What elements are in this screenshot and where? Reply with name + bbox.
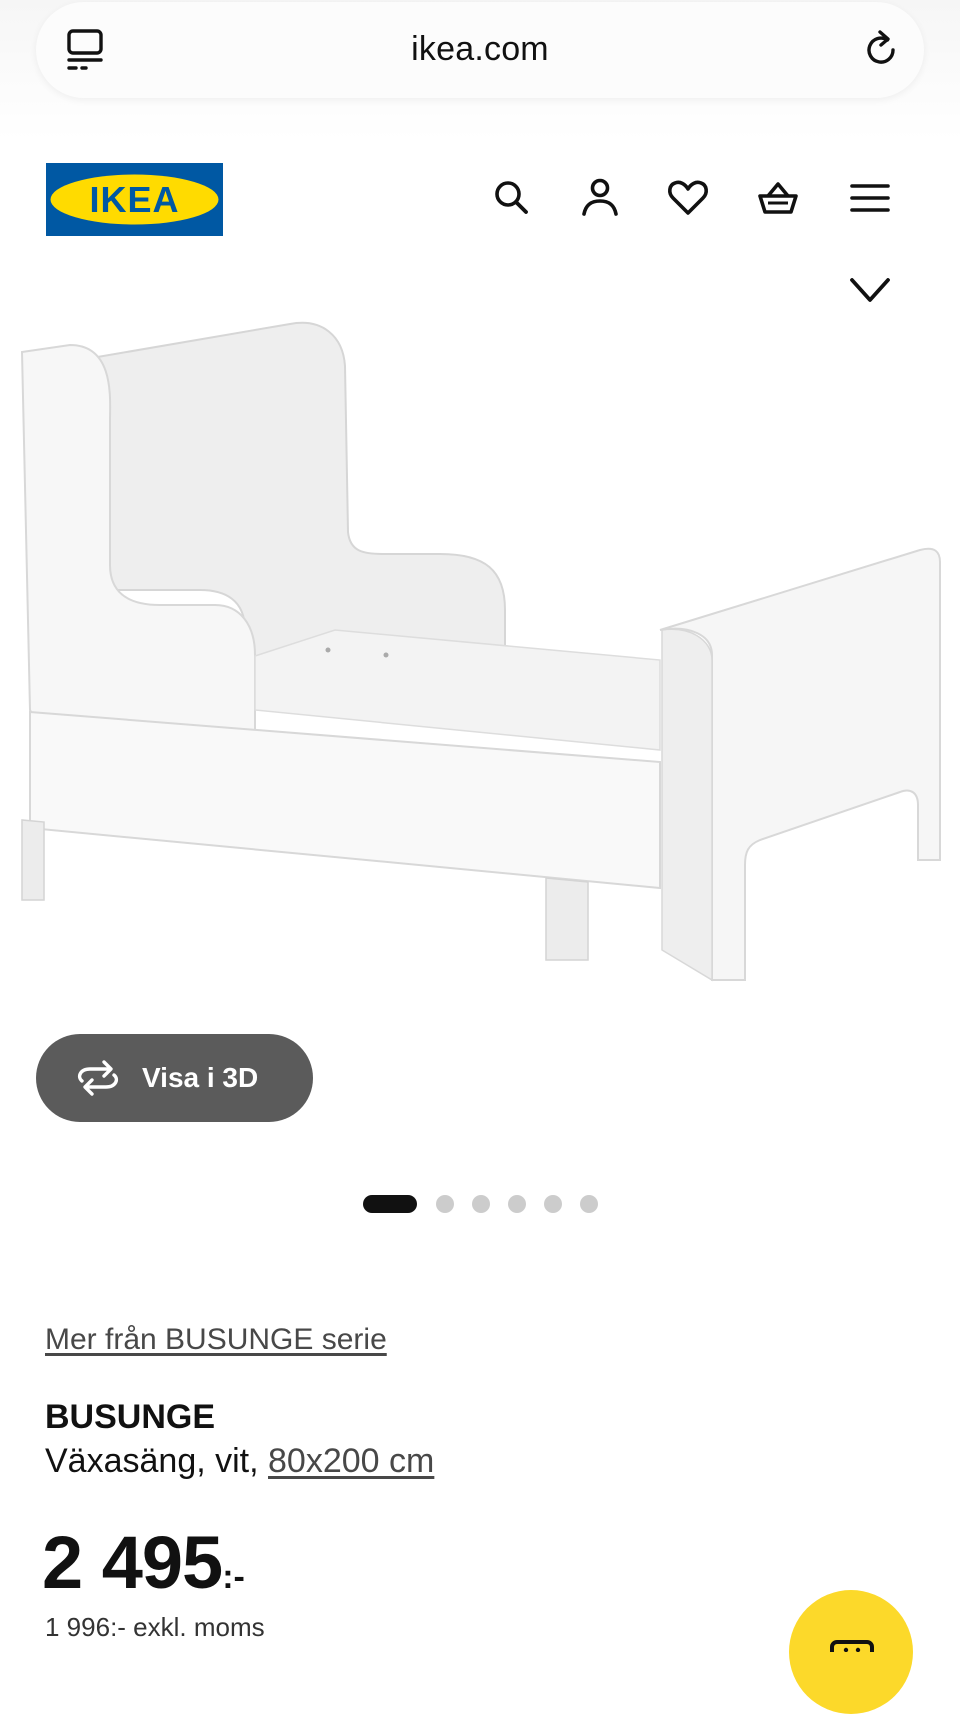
search-icon[interactable]	[490, 176, 534, 220]
view-3d-label: Visa i 3D	[142, 1062, 259, 1093]
carousel-dot[interactable]	[436, 1195, 454, 1213]
tabs-icon[interactable]	[66, 28, 106, 72]
product-image[interactable]	[0, 300, 960, 1060]
series-link[interactable]: Mer från BUSUNGE serie	[45, 1323, 387, 1357]
product-description: Växasäng, vit, 80x200 cm	[45, 1442, 434, 1481]
carousel-dot[interactable]	[508, 1195, 526, 1213]
url-text[interactable]: ikea.com	[36, 30, 924, 69]
logo-text: IKEA	[89, 179, 179, 220]
price-amount: 2 495	[42, 1521, 223, 1604]
chat-button[interactable]	[789, 1590, 913, 1714]
carousel-dot-active[interactable]	[363, 1195, 417, 1213]
heart-icon[interactable]	[666, 176, 710, 220]
price-excl-vat: 1 996:- exkl. moms	[45, 1612, 265, 1642]
product-name: BUSUNGE	[45, 1398, 216, 1436]
cart-icon[interactable]	[756, 176, 800, 220]
product-price: 2 495:-	[42, 1520, 245, 1605]
menu-icon[interactable]	[848, 176, 892, 220]
rotate-3d-icon	[77, 1060, 119, 1096]
reload-icon[interactable]	[860, 28, 904, 72]
carousel-dot[interactable]	[544, 1195, 562, 1213]
carousel-indicator	[0, 1195, 960, 1215]
size-link[interactable]: 80x200 cm	[268, 1442, 434, 1480]
address-bar[interactable]: ikea.com	[36, 2, 924, 98]
chat-icon	[830, 1640, 874, 1652]
price-suffix: :-	[222, 1558, 245, 1596]
carousel-dot[interactable]	[472, 1195, 490, 1213]
ikea-logo[interactable]: IKEA	[46, 163, 223, 236]
account-icon[interactable]	[578, 176, 622, 220]
view-3d-button[interactable]: Visa i 3D	[36, 1034, 313, 1122]
product-description-text: Växasäng, vit,	[45, 1442, 269, 1480]
carousel-dot[interactable]	[580, 1195, 598, 1213]
